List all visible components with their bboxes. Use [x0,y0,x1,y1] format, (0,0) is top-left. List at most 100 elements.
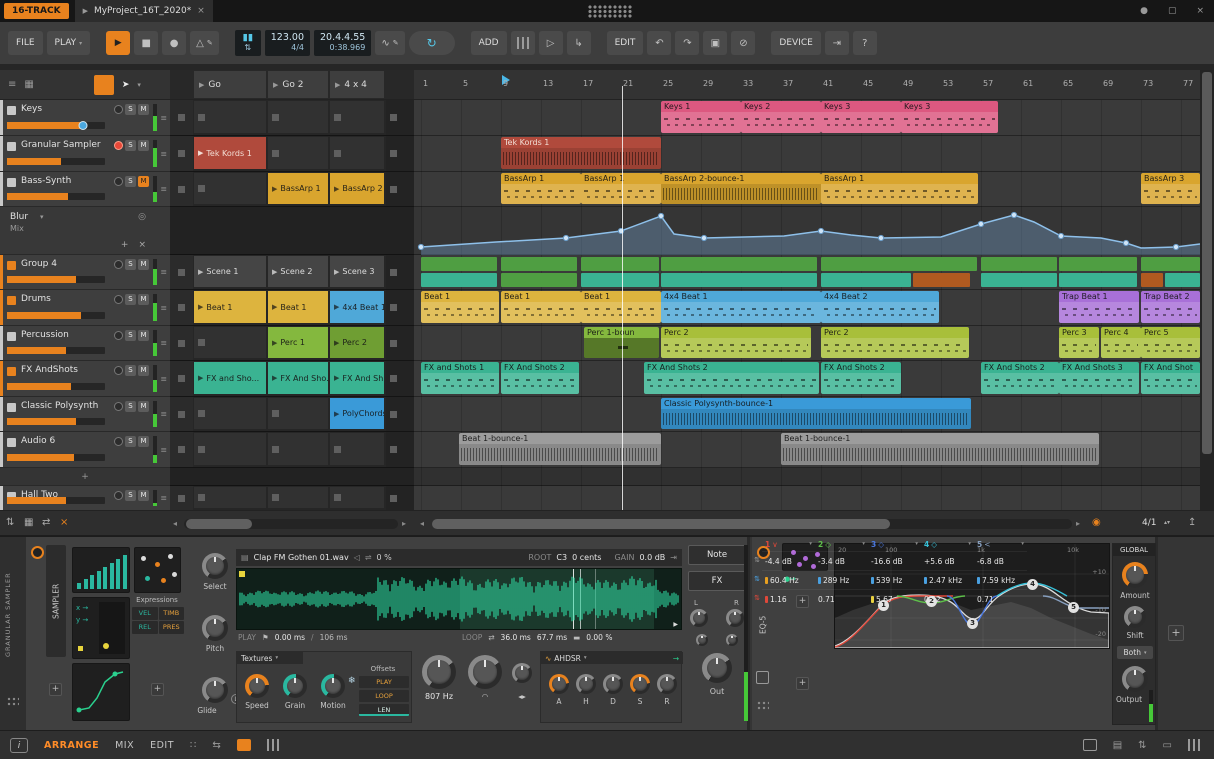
arranger-clip[interactable]: Beat 1 [581,291,661,323]
loop-fade-value[interactable]: 0.00 % [586,633,612,642]
decay-knob[interactable] [603,674,623,694]
record-arm-button[interactable] [114,366,123,375]
group-content-strip[interactable] [581,273,659,287]
group-content-strip[interactable] [501,273,577,287]
group-content-strip[interactable] [1059,273,1137,287]
solo-button[interactable]: S [125,259,136,270]
group-content-strip[interactable] [981,257,1057,271]
loop-start-value[interactable]: 36.0 ms [501,633,531,642]
mod-route-icon[interactable]: → [673,654,679,663]
launcher-cell[interactable] [268,101,328,133]
volume-slider[interactable] [7,497,105,504]
clip-stop-cell[interactable] [170,486,193,510]
mute-button[interactable]: M [138,294,149,305]
launcher-scrollbar[interactable] [184,519,398,529]
group-content-strip[interactable] [661,257,817,271]
project-tab[interactable]: ▶ MyProject_16T_2020* × [74,0,213,22]
group-content-strip[interactable] [1141,273,1163,287]
mute-button[interactable]: M [138,490,149,501]
inspector-panel-icon[interactable] [1082,739,1097,751]
eq-band-gain[interactable]: -4.4 dB [762,551,815,570]
solo-button[interactable]: S [125,436,136,447]
out-knob[interactable] [702,653,732,683]
group-content-strip[interactable] [421,273,497,287]
cursor-tool-icon[interactable]: ➤ [122,80,130,90]
launcher-clip[interactable]: ▶ Tek Kords 1 [194,137,266,169]
group-content-strip[interactable] [581,257,659,271]
file-menu-button[interactable]: FILE [8,31,43,55]
envelope-header[interactable]: ∿ AHDSR ▾ → [541,652,683,664]
group-content-strip[interactable] [981,273,1057,287]
clip-stop-cell[interactable] [170,432,193,467]
group-content-strip[interactable] [821,273,911,287]
arranger-clip[interactable]: Beat 1 [501,291,581,323]
solo-button[interactable]: S [125,294,136,305]
track-menu-icon[interactable]: ≡ [160,445,167,454]
record-arm-button[interactable] [114,437,123,446]
record-arm-button[interactable] [114,177,123,186]
track-header[interactable]: Audio 6 S M ≡ [0,432,170,468]
group-content-strip[interactable] [821,257,977,271]
arranger-clip[interactable]: Tek Kords 1 [501,137,661,169]
launcher-clip[interactable]: ▶ PolyChords [330,398,384,429]
mix-view-button[interactable]: MIX [115,740,134,751]
launcher-cell[interactable] [194,398,266,429]
track-menu-icon[interactable]: ≡ [160,494,167,503]
track-header[interactable]: Percussion S M ≡ [0,326,170,361]
arranger-clip[interactable]: Perc 2 [821,327,969,358]
tab-close-icon[interactable]: × [197,6,205,16]
eq-band-gain[interactable]: -6.8 dB [974,551,1027,570]
volume-slider[interactable] [7,383,105,390]
sample-waveform[interactable]: ▶ [236,568,682,630]
volume-slider[interactable] [7,418,105,425]
grain-knob[interactable] [283,674,307,698]
scrollbar-thumb[interactable] [1202,72,1212,454]
window-status-icon[interactable]: ● [1140,6,1148,16]
scene-header[interactable]: ▶ 4 x 4 [330,71,384,98]
play-start-value[interactable]: 0.00 ms [275,633,305,642]
eq-band-freq[interactable]: 289 Hz [815,570,868,589]
filter-freq-value[interactable]: 807 Hz [410,692,468,701]
io-panel-icon[interactable]: ⇅ [1138,740,1146,751]
launcher-cell[interactable] [330,433,384,465]
track-header[interactable]: FX AndShots S M ≡ [0,361,170,397]
pan-left-knob[interactable] [690,609,708,627]
loop-length-value[interactable]: 67.7 ms [537,633,567,642]
automation-curve[interactable] [414,207,1200,255]
record-arm-button[interactable] [114,105,123,114]
stretch-value[interactable]: 0 % [377,553,392,562]
eq-band-handle[interactable]: 3 [967,618,978,629]
device-menu-button[interactable]: DEVICE [771,31,821,55]
mute-button[interactable]: M [138,330,149,341]
record-arm-button[interactable] [114,295,123,304]
arranger-clip[interactable]: Perc 2 [661,327,811,358]
arranger-lane[interactable]: Perc 1-boun Perc 2 Perc 2 Perc 3 Perc 4 Perc … [414,326,1200,361]
group-content-strip[interactable] [501,257,577,271]
track-header[interactable]: Drums S M ≡ [0,290,170,326]
volume-slider[interactable] [7,193,105,200]
eq-band-q[interactable]: 0.71 [815,589,868,608]
link-icon[interactable]: ⇆ [212,740,220,751]
solo-button[interactable]: S [125,176,136,187]
track-header[interactable]: Classic Polysynth S M ≡ [0,397,170,432]
scrollbar-thumb[interactable] [432,519,890,529]
clip-stop-cell[interactable] [170,361,193,396]
eq-band-gain[interactable]: -3.4 dB [815,551,868,570]
eq-band-freq[interactable]: 2.47 kHz [921,570,974,589]
arranger-clip[interactable]: Beat 1 [421,291,499,323]
solo-button[interactable]: S [125,330,136,341]
add-track-row[interactable]: + [0,468,170,486]
mute-button[interactable]: M [138,140,149,151]
project-badge[interactable]: 16-TRACK [4,3,69,19]
edit-menu-button[interactable]: EDIT [606,31,644,55]
arranger-scrollbar[interactable] [432,519,1072,529]
group-content-strip[interactable] [913,273,970,287]
track-menu-icon[interactable]: ≡ [160,268,167,277]
freeze-icon[interactable]: ❄ [348,676,356,686]
rel-button[interactable]: REL [132,621,158,634]
mute-button[interactable]: M [138,365,149,376]
jump-button[interactable]: ↳ [566,31,591,55]
add-button[interactable]: ADD [470,31,507,55]
scroll-left-icon[interactable]: ◂ [420,519,424,528]
arranger-clip[interactable]: Keys 2 [741,101,821,133]
